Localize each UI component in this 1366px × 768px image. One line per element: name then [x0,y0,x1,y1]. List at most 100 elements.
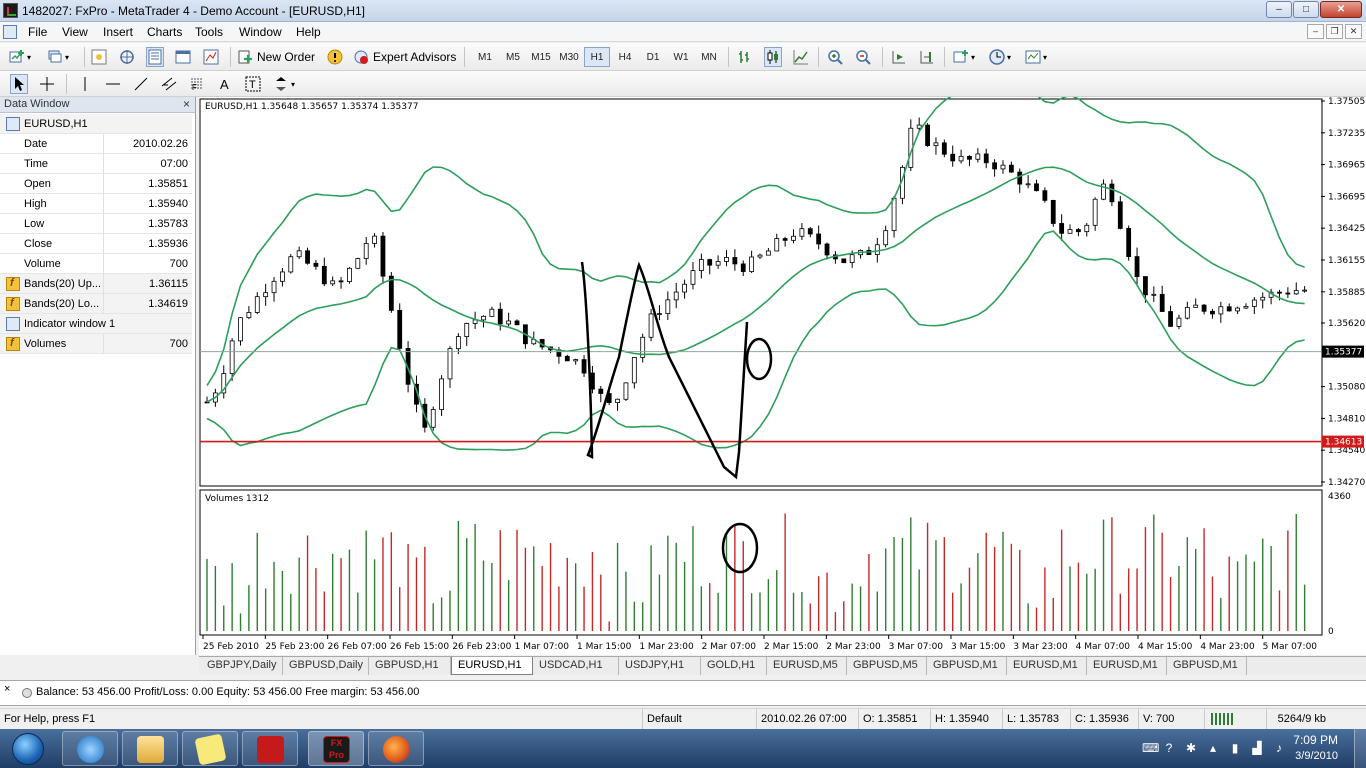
zoom-in-button[interactable] [826,47,844,67]
data-window-close-icon[interactable]: × [183,97,190,112]
chart-tab[interactable]: EURUSD,M1 [1087,657,1167,675]
strategy-tester-button[interactable] [202,47,220,67]
show-hidden-icons-icon[interactable]: ▴ [1206,741,1220,755]
text-button[interactable]: A [216,74,234,94]
chart-tab[interactable]: GBPJPY,Daily [201,657,283,675]
new-order-button[interactable]: New Order [236,47,316,67]
zoom-out-button[interactable] [854,47,872,67]
expert-advisors-button[interactable]: Expert Advisors [352,47,457,67]
timeframe-mn[interactable]: MN [696,47,722,67]
bluetooth-icon[interactable]: ✱ [1184,741,1198,755]
mdi-minimize-button[interactable]: – [1307,24,1324,39]
current-price-label: 1.35377 [1325,348,1362,358]
fibonacci-button[interactable]: F [188,74,206,94]
profiles-button[interactable]: ▾ [46,47,70,67]
terminal-button[interactable] [174,47,192,67]
mdi-restore-button[interactable]: ❐ [1326,24,1343,39]
candle-body [975,153,981,160]
chart-tab[interactable]: USDJPY,H1 [619,657,701,675]
battery-icon[interactable]: ▮ [1228,741,1242,755]
menu-window[interactable]: Window [239,25,282,39]
menu-charts[interactable]: Charts [147,25,182,39]
taskbar-sticky-notes[interactable] [182,731,238,766]
indicators-button[interactable]: ▾ [952,47,976,67]
taskbar-internet-explorer[interactable] [62,731,118,766]
timeframe-h4[interactable]: H4 [612,47,638,67]
text-label-button[interactable]: T [244,74,262,94]
maximize-button[interactable]: □ [1293,1,1319,18]
candle-body [246,312,252,319]
chart-tab[interactable]: GBPUSD,M5 [847,657,927,675]
timeframe-m30[interactable]: M30 [556,47,582,67]
terminal-close-icon[interactable]: × [4,683,10,695]
chart-tab[interactable]: EURUSD,M5 [767,657,847,675]
timeframe-m15[interactable]: M15 [528,47,554,67]
volume-icon[interactable]: ♪ [1272,741,1286,755]
menu-tools[interactable]: Tools [195,25,223,39]
templates-button[interactable]: ▾ [1024,47,1048,67]
expert-alert-button[interactable] [326,47,344,67]
chart-tab[interactable]: GBPUSD,M1 [927,657,1007,675]
chart-tab[interactable]: EURUSD,H1 [451,657,533,675]
network-icon[interactable]: ▟ [1250,741,1264,755]
line-chart-button[interactable] [792,47,810,67]
chart-tab[interactable]: GOLD,H1 [701,657,767,675]
auto-scroll-button[interactable] [890,47,908,67]
timeframe-w1[interactable]: W1 [668,47,694,67]
taskbar-pdf-reader[interactable] [242,731,298,766]
timeframe-d1[interactable]: D1 [640,47,666,67]
chart-tab[interactable]: USDCAD,H1 [533,657,619,675]
vertical-line-button[interactable] [76,74,94,94]
menu-insert[interactable]: Insert [103,25,133,39]
keyboard-icon[interactable]: ⌨ [1142,741,1159,755]
periods-button[interactable]: ▾ [988,47,1012,67]
new-chart-button[interactable]: ▾ [8,47,32,67]
clock-date[interactable]: 3/9/2010 [1295,750,1338,762]
data-row-open: Open 1.35851 [0,174,192,194]
cursor-button[interactable] [10,74,28,94]
chart-symbol-icon [6,117,20,131]
close-button[interactable]: ✕ [1320,1,1362,18]
start-button[interactable] [4,731,54,766]
volume-chart[interactable]: 4360 0 25 Feb 2010 25 Feb 23:00 26 Feb 07:00… [199,488,1366,655]
market-watch-button[interactable] [90,47,108,67]
data-window-button[interactable] [146,47,164,67]
timeframe-h1[interactable]: H1 [584,47,610,67]
clock-time[interactable]: 7:09 PM [1293,733,1338,747]
chart-tab[interactable]: EURUSD,M1 [1007,657,1087,675]
bar-chart-button[interactable] [736,47,754,67]
chart-window[interactable]: 1.37505 1.37235 1.36965 1.36695 1.36425 1.361… [199,97,1366,655]
taskbar-explorer[interactable] [122,731,178,766]
horizontal-line-button[interactable] [104,74,122,94]
chart-tab[interactable]: GBPUSD,Daily [283,657,369,675]
title-bar: 1482027: FxPro - MetaTrader 4 - Demo Acc… [0,0,1366,22]
menu-file[interactable]: File [28,25,47,39]
arrows-button[interactable]: ▾ [272,74,296,94]
crosshair-button[interactable] [38,74,56,94]
price-tick-label: 1.37235 [1328,129,1365,139]
candlestick-button[interactable] [764,47,782,67]
candle-body [573,359,579,362]
time-tick-label: 26 Feb 07:00 [328,642,387,652]
menu-help[interactable]: Help [296,25,321,39]
navigator-button[interactable] [118,47,136,67]
indicator-function-icon [6,277,20,291]
menu-view[interactable]: View [62,25,88,39]
chart-shift-button[interactable] [918,47,936,67]
minimize-button[interactable]: – [1266,1,1292,18]
chart-document-icon[interactable] [3,25,17,39]
timeframe-m1[interactable]: M1 [472,47,498,67]
help-icon[interactable]: ? [1162,741,1176,755]
mdi-close-button[interactable]: ✕ [1345,24,1362,39]
show-desktop-button[interactable] [1354,729,1366,768]
taskbar-fxpro[interactable]: FX Pro [308,731,364,766]
candle-body [824,243,830,256]
candle-body [1168,311,1173,327]
trendline-button[interactable] [132,74,150,94]
taskbar-firefox[interactable] [368,731,424,766]
price-chart[interactable]: 1.37505 1.37235 1.36965 1.36695 1.36425 1.361… [199,97,1366,488]
timeframe-m5[interactable]: M5 [500,47,526,67]
channel-button[interactable] [160,74,178,94]
chart-tab[interactable]: GBPUSD,H1 [369,657,451,675]
chart-tab[interactable]: GBPUSD,M1 [1167,657,1247,675]
